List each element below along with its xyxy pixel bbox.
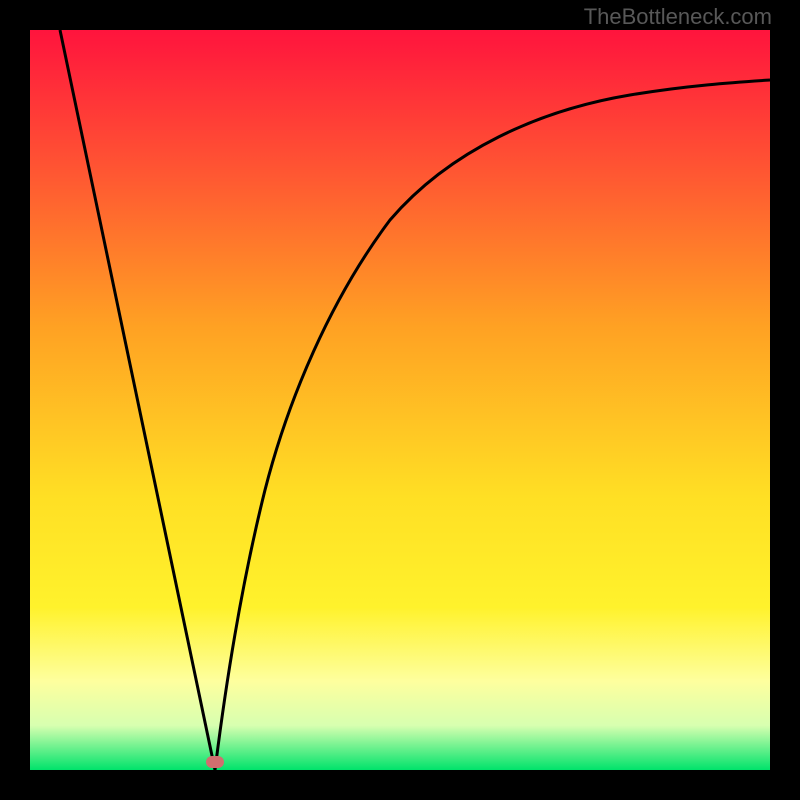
bottleneck-marker — [206, 756, 224, 768]
chart-area — [30, 30, 770, 770]
chart-svg — [30, 30, 770, 770]
gradient-background — [30, 30, 770, 770]
watermark-text: TheBottleneck.com — [584, 4, 772, 30]
